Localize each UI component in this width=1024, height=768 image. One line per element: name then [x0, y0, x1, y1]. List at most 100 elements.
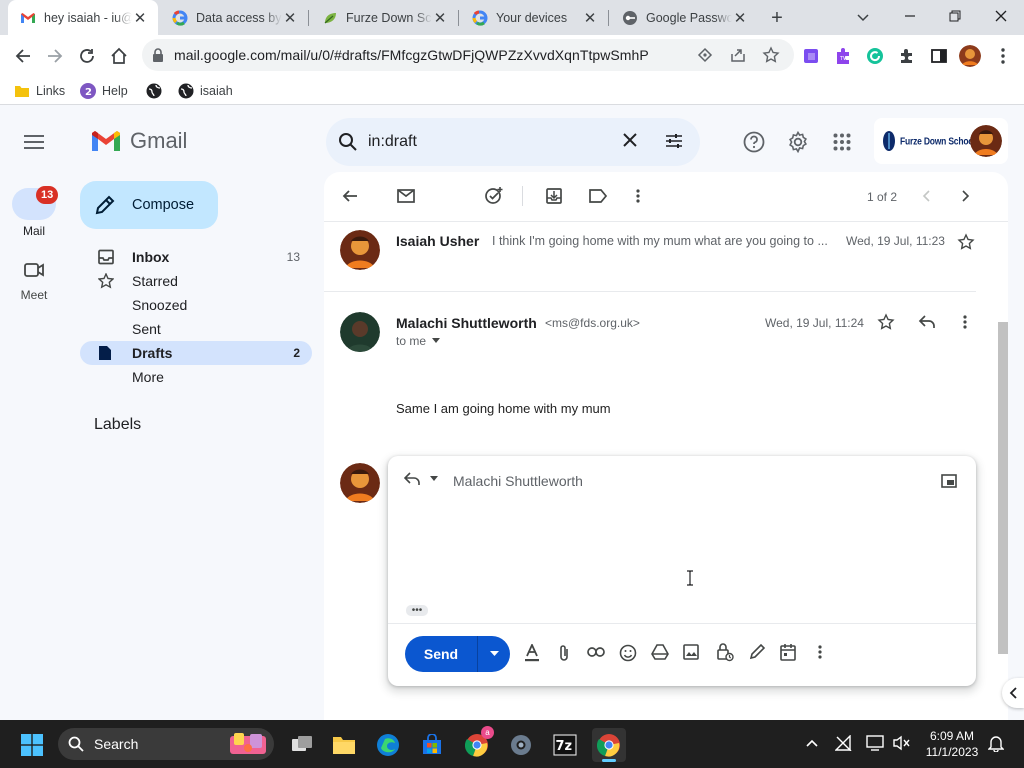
taskbar-search[interactable]: Search [58, 728, 274, 760]
tab-google-passwords[interactable]: Google Passwo ✕ [610, 0, 758, 35]
back-button[interactable] [8, 41, 38, 71]
schedule-calendar-icon[interactable] [780, 643, 796, 661]
insert-link-icon[interactable] [587, 646, 605, 658]
clear-search-icon[interactable] [622, 132, 638, 148]
pop-out-icon[interactable] [941, 474, 957, 488]
start-button[interactable] [15, 728, 49, 762]
nav-starred[interactable]: Starred [80, 269, 312, 293]
reload-button[interactable] [72, 41, 102, 71]
google-drive-icon[interactable] [651, 644, 669, 660]
reply-recipient[interactable]: Malachi Shuttleworth [453, 473, 583, 489]
nav-snoozed[interactable]: Snoozed [80, 293, 312, 317]
account-switcher[interactable]: Furze Down School [874, 118, 1008, 164]
display-icon[interactable] [866, 735, 886, 751]
tab-data-access[interactable]: Data access by ✕ [160, 0, 308, 35]
tab-your-devices[interactable]: Your devices ✕ [460, 0, 608, 35]
address-bar[interactable]: mail.google.com/mail/u/0/#drafts/FMfcgzG… [142, 39, 794, 71]
nav-sent[interactable]: Sent [80, 317, 312, 341]
close-window-button[interactable] [986, 2, 1016, 30]
back-to-drafts-button[interactable] [338, 184, 362, 208]
meet-rail-button[interactable] [22, 260, 46, 280]
more-options-icon[interactable] [818, 645, 822, 659]
newer-button[interactable] [914, 184, 938, 208]
clock[interactable]: 6:09 AM 11/1/2023 [918, 728, 986, 760]
side-panel-button[interactable] [928, 45, 950, 67]
new-tab-button[interactable]: + [764, 5, 790, 31]
insert-signature-icon[interactable] [749, 644, 765, 660]
nav-drafts[interactable]: Drafts 2 [80, 341, 312, 365]
add-to-tasks-button[interactable] [482, 184, 506, 208]
tab-furze-down[interactable]: Furze Down Sc ✕ [310, 0, 458, 35]
chrome-menu-button[interactable] [992, 44, 1014, 68]
recipients-toggle[interactable]: to me [396, 334, 441, 348]
restore-window-button[interactable] [940, 2, 970, 30]
close-tab-icon[interactable]: ✕ [732, 10, 748, 27]
home-button[interactable] [104, 41, 134, 71]
forward-button[interactable] [40, 41, 70, 71]
chrome-taskbar-button[interactable] [592, 728, 626, 762]
minimize-window-button[interactable] [895, 2, 925, 30]
search-icon[interactable] [338, 132, 358, 152]
scrollbar-track[interactable] [998, 322, 1008, 654]
attach-files-icon[interactable] [558, 644, 570, 662]
bookmark-links[interactable]: Links [14, 81, 65, 101]
mark-unread-button[interactable] [394, 184, 418, 208]
search-options-icon[interactable] [664, 131, 684, 151]
7zip-button[interactable]: 7z [548, 728, 582, 762]
bookmark-isaiah[interactable]: isaiah [178, 81, 233, 101]
notification-bell-icon[interactable] [988, 734, 1004, 752]
schedule-send-button[interactable] [478, 636, 510, 672]
task-view-button[interactable] [285, 728, 319, 762]
more-actions-button[interactable] [626, 184, 650, 208]
compose-button[interactable]: Compose [80, 181, 218, 229]
tab-gmail[interactable]: hey isaiah - iu@ ✕ [8, 0, 158, 35]
extension-tw-button[interactable]: TW [832, 45, 854, 67]
collapsed-message[interactable]: Isaiah Usher I think I'm going home with… [324, 222, 976, 292]
send-button[interactable]: Send [405, 646, 477, 662]
insert-photo-icon[interactable] [683, 644, 699, 660]
profile-button[interactable] [958, 44, 982, 68]
older-button[interactable] [954, 184, 978, 208]
share-icon[interactable] [730, 47, 746, 63]
move-to-button[interactable] [542, 184, 566, 208]
extensions-button[interactable] [896, 45, 918, 67]
chevron-up-icon[interactable] [806, 738, 818, 748]
nav-inbox[interactable]: Inbox 13 [80, 245, 312, 269]
insert-emoji-icon[interactable] [619, 644, 637, 662]
kebab-menu-icon[interactable] [963, 315, 967, 329]
close-tab-icon[interactable]: ✕ [282, 10, 298, 27]
tab-search-button[interactable] [850, 5, 876, 29]
bookmark-star-icon[interactable] [762, 46, 780, 64]
close-tab-icon[interactable]: ✕ [432, 10, 448, 27]
speaker-muted-icon[interactable] [892, 735, 910, 751]
bookmark-globe[interactable] [146, 81, 168, 101]
reply-body-input[interactable] [408, 506, 958, 606]
edge-button[interactable] [371, 728, 405, 762]
show-trimmed-content-button[interactable]: ••• [406, 605, 428, 616]
scrollbar-thumb[interactable] [998, 322, 1008, 654]
search-input[interactable]: in:draft [368, 133, 417, 151]
microsoft-store-button[interactable] [415, 728, 449, 762]
settings-app-button[interactable] [504, 728, 538, 762]
star-icon[interactable] [957, 233, 975, 251]
confidential-mode-icon[interactable] [716, 642, 734, 662]
reply-icon[interactable] [918, 314, 936, 330]
support-button[interactable] [740, 128, 768, 156]
close-tab-icon[interactable]: ✕ [582, 10, 598, 27]
bookmark-help[interactable]: 2 Help [80, 81, 128, 101]
nav-more[interactable]: More [80, 365, 312, 389]
chrome-profile-button[interactable]: a [460, 726, 494, 762]
show-side-panel-button[interactable] [1002, 678, 1024, 708]
google-apps-button[interactable] [828, 128, 856, 156]
labels-button[interactable] [586, 184, 610, 208]
reply-type-selector[interactable] [404, 472, 438, 486]
close-tab-icon[interactable]: ✕ [132, 10, 148, 27]
network-icon[interactable] [835, 735, 853, 751]
formatting-options-icon[interactable] [524, 644, 540, 662]
settings-button[interactable] [784, 128, 812, 156]
extension-grammarly-button[interactable] [864, 45, 886, 67]
file-explorer-button[interactable] [327, 728, 361, 762]
extension-purple-button[interactable] [800, 45, 822, 67]
app-install-icon[interactable] [697, 47, 713, 63]
star-icon[interactable] [877, 313, 895, 331]
